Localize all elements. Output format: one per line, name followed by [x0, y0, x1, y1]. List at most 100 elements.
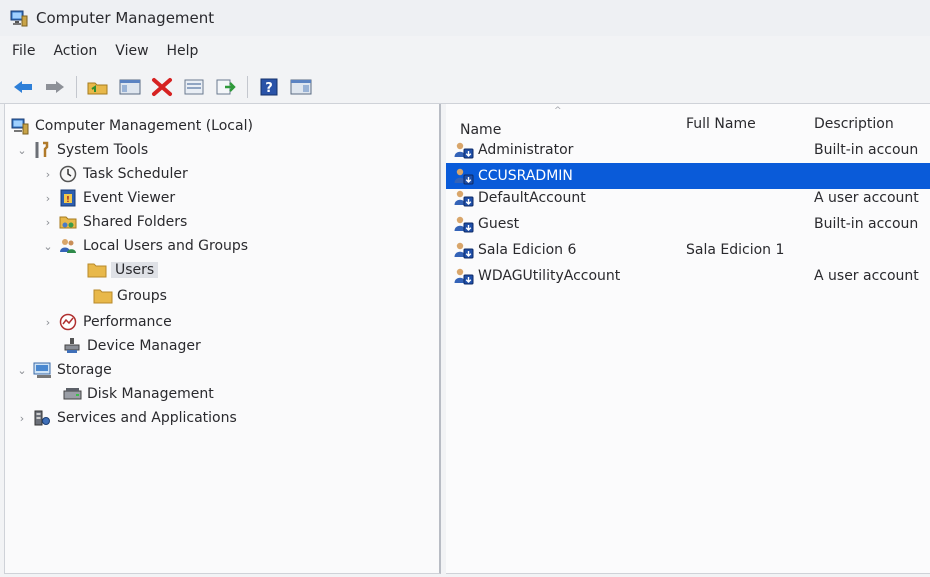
menu-bar: File Action View Help — [0, 38, 930, 64]
show-action-pane-icon[interactable] — [288, 75, 314, 99]
svg-text:!: ! — [66, 195, 70, 204]
computer-management-window: Computer Management File Action View Hel… — [0, 0, 930, 577]
user-name: Sala Edicion 6 — [478, 242, 577, 258]
console-tree-pane[interactable]: Computer Management (Local) ⌄ System Too… — [4, 104, 441, 574]
cell-full-name — [686, 263, 810, 289]
tree-label: System Tools — [57, 142, 149, 158]
tree-item-performance[interactable]: › Performance — [41, 310, 172, 334]
shared-folders-icon — [59, 213, 77, 231]
svg-text:?: ? — [265, 81, 273, 96]
show-hide-tree-icon[interactable] — [117, 75, 143, 99]
chevron-right-icon[interactable]: › — [15, 412, 29, 425]
chevron-right-icon[interactable]: › — [41, 168, 55, 181]
table-row[interactable]: Guest Built-in accoun — [446, 211, 930, 237]
chevron-down-icon[interactable]: ⌄ — [15, 144, 29, 157]
properties-icon[interactable] — [181, 75, 207, 99]
cell-name: Sala Edicion 6 — [454, 237, 686, 263]
sort-arrow-icon: ^ — [554, 106, 562, 116]
cell-full-name — [686, 137, 810, 163]
user-name: Administrator — [478, 142, 574, 158]
cell-full-name: Sala Edicion 1 — [686, 242, 785, 258]
delete-icon[interactable] — [149, 75, 175, 99]
clock-icon — [59, 165, 77, 183]
services-icon — [33, 409, 51, 427]
tree-item-task-scheduler[interactable]: › Task Scheduler — [41, 162, 188, 186]
user-icon — [454, 189, 474, 207]
tree-item-system-tools[interactable]: ⌄ System Tools — [15, 138, 148, 162]
tree-item-groups[interactable]: Groups — [93, 284, 167, 308]
tree-label: Storage — [57, 362, 112, 378]
computer-management-icon — [11, 117, 29, 135]
tree-label: Disk Management — [87, 386, 214, 402]
toolbar-separator — [247, 75, 248, 98]
storage-icon — [33, 361, 51, 379]
user-name: CCUSRADMIN — [478, 168, 573, 184]
tree-label: Device Manager — [87, 338, 201, 354]
cell-name: Guest — [454, 211, 686, 237]
table-row[interactable]: WDAGUtilityAccount A user account — [446, 263, 930, 289]
toolbar: ? — [0, 70, 930, 104]
performance-icon — [59, 313, 77, 331]
forward-arrow-icon[interactable] — [42, 75, 68, 99]
tree-label: Groups — [117, 288, 167, 304]
device-manager-icon — [63, 337, 81, 355]
title-bar[interactable]: Computer Management — [0, 0, 930, 36]
tree-label: Computer Management (Local) — [35, 118, 253, 134]
tree-item-computer-management[interactable]: Computer Management (Local) — [11, 114, 253, 138]
tree-label: Local Users and Groups — [83, 238, 249, 254]
user-name: WDAGUtilityAccount — [478, 268, 621, 284]
users-list-pane[interactable]: Name ^ Full Name Description Administrat… — [446, 104, 930, 574]
chevron-down-icon[interactable]: ⌄ — [41, 240, 55, 253]
user-icon — [454, 241, 474, 259]
window-title: Computer Management — [36, 9, 215, 27]
tree-item-disk-management[interactable]: Disk Management — [63, 382, 214, 406]
user-icon — [454, 267, 474, 285]
user-name: Guest — [478, 216, 520, 232]
table-row[interactable]: Administrator Built-in accoun — [446, 137, 930, 163]
user-icon — [454, 215, 474, 233]
tree-label: Event Viewer — [83, 190, 176, 206]
chevron-down-icon[interactable]: ⌄ — [15, 364, 29, 377]
cell-full-name — [686, 185, 810, 211]
computer-management-icon — [10, 9, 28, 27]
cell-full-name — [686, 211, 810, 237]
cell-description: A user account — [814, 190, 919, 206]
event-viewer-icon: ! — [59, 189, 77, 207]
export-list-icon[interactable] — [213, 75, 239, 99]
back-arrow-icon[interactable] — [10, 75, 36, 99]
table-row[interactable]: Sala Edicion 6 Sala Edicion 1 — [446, 237, 930, 263]
chevron-right-icon[interactable]: › — [41, 216, 55, 229]
user-icon — [454, 167, 474, 185]
tree-item-storage[interactable]: ⌄ Storage — [15, 358, 112, 382]
chevron-right-icon[interactable]: › — [41, 192, 55, 205]
user-icon — [454, 141, 474, 159]
chevron-right-icon[interactable]: › — [41, 316, 55, 329]
cell-name: Administrator — [454, 137, 686, 163]
folder-icon — [87, 261, 107, 279]
disk-management-icon — [63, 385, 82, 403]
menu-action[interactable]: Action — [53, 43, 97, 59]
tree-label: Performance — [83, 314, 172, 330]
tree-label: Shared Folders — [83, 214, 188, 230]
menu-file[interactable]: File — [12, 43, 35, 59]
system-tools-icon — [33, 141, 51, 159]
tree-item-device-manager[interactable]: Device Manager — [63, 334, 201, 358]
up-folder-icon[interactable] — [85, 75, 111, 99]
cell-name: DefaultAccount — [454, 185, 686, 211]
menu-view[interactable]: View — [115, 43, 148, 59]
tree-item-services-and-applications[interactable]: › Services and Applications — [15, 406, 237, 430]
cell-description — [814, 237, 930, 263]
tree-item-users[interactable]: Users — [87, 258, 159, 282]
tree-item-event-viewer[interactable]: › ! Event Viewer — [41, 186, 175, 210]
help-icon[interactable]: ? — [256, 75, 282, 99]
tree-label-selected: Users — [111, 262, 159, 278]
cell-description: A user account — [814, 268, 919, 284]
tree-label: Task Scheduler — [83, 166, 188, 182]
toolbar-separator — [76, 75, 77, 98]
tree-item-local-users-and-groups[interactable]: ⌄ Local Users and Groups — [41, 234, 248, 258]
user-name: DefaultAccount — [478, 190, 586, 206]
menu-help[interactable]: Help — [167, 43, 199, 59]
folder-icon — [93, 287, 113, 305]
table-row[interactable]: DefaultAccount A user account — [446, 185, 930, 211]
tree-item-shared-folders[interactable]: › Shared Folders — [41, 210, 188, 234]
